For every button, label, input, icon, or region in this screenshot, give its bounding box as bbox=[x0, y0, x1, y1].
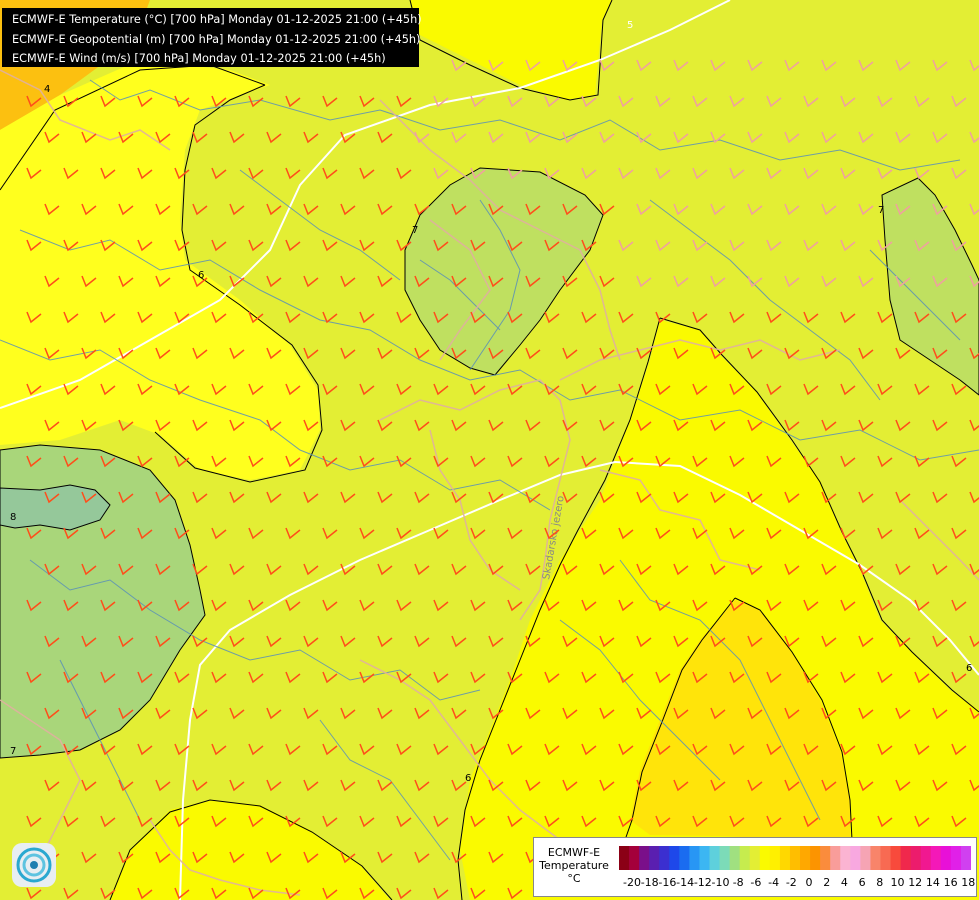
legend-tick: -12 bbox=[693, 876, 712, 889]
contour-label: 4 bbox=[44, 84, 50, 95]
legend-swatch bbox=[639, 846, 650, 870]
legend-tick: 4 bbox=[840, 876, 848, 889]
contour-label: 7 bbox=[412, 225, 418, 236]
legend-tick: -6 bbox=[750, 876, 762, 889]
legend-tick: 16 bbox=[943, 876, 958, 889]
legend-swatch bbox=[810, 846, 821, 870]
legend-swatch bbox=[900, 846, 912, 870]
legend-swatch bbox=[930, 846, 942, 870]
contour-label: 5 bbox=[627, 20, 633, 31]
legend-swatch bbox=[800, 846, 811, 870]
legend-swatch bbox=[729, 846, 741, 870]
legend-tick: 14 bbox=[925, 876, 940, 889]
legend-title-line1: ECMWF-E bbox=[547, 846, 601, 859]
header-geopotential-line: ECMWF-E Geopotential (m) [700 hPa] Monda… bbox=[12, 32, 421, 46]
legend-swatch bbox=[840, 846, 851, 870]
weather-map: 4 5 6 7 8 6 7 6 7 Skadarsko jezero bbox=[0, 0, 979, 900]
header-wind-line: ECMWF-E Wind (m/s) [700 hPa] Monday 01-1… bbox=[12, 52, 386, 65]
legend-swatch bbox=[689, 846, 700, 870]
legend-tick: -18 bbox=[640, 876, 659, 889]
legend-swatch bbox=[870, 846, 881, 870]
legend-swatch bbox=[850, 846, 861, 870]
legend-tick: 0 bbox=[805, 876, 813, 889]
legend-tick: 6 bbox=[858, 876, 866, 889]
legend-title-line3: °C bbox=[567, 872, 581, 885]
legend-tick: -8 bbox=[732, 876, 744, 889]
contour-label: 8 bbox=[10, 512, 16, 523]
legend-swatch bbox=[950, 846, 962, 870]
legend-tick: 2 bbox=[823, 876, 831, 889]
legend-swatch bbox=[880, 846, 892, 870]
legend-swatch bbox=[779, 846, 791, 870]
legend-tick: 10 bbox=[890, 876, 905, 889]
map-header: ECMWF-E Temperature (°C) [700 hPa] Monda… bbox=[2, 8, 422, 67]
contour-label: 7 bbox=[878, 205, 884, 216]
legend-swatch bbox=[820, 846, 831, 870]
legend-swatch bbox=[719, 846, 731, 870]
legend-swatch bbox=[920, 846, 932, 870]
legend-tick: -4 bbox=[768, 876, 780, 889]
legend-tick: -20 bbox=[623, 876, 641, 889]
legend-title: ECMWF-E Temperature °C bbox=[536, 846, 612, 885]
legend-tick: 12 bbox=[908, 876, 923, 889]
contour-label: 6 bbox=[966, 663, 972, 674]
legend-swatch bbox=[669, 846, 680, 870]
legend-tick: 18 bbox=[961, 876, 976, 889]
legend-tick: -14 bbox=[676, 876, 695, 889]
legend-swatch bbox=[629, 846, 640, 870]
legend-swatch bbox=[649, 846, 660, 870]
legend-tick: -10 bbox=[711, 876, 730, 889]
legend-tick: -2 bbox=[785, 876, 797, 889]
ecmwf-logo-icon bbox=[16, 847, 52, 883]
ecmwf-logo bbox=[12, 843, 56, 887]
legend-swatch bbox=[759, 846, 771, 870]
legend-ticks: -20 -18 -16 -14 -12 -10 -8 -6 -4 -2 0 2 4 6 8 10 12 14 16 1… bbox=[614, 876, 976, 890]
legend-swatch bbox=[679, 846, 690, 870]
legend-swatch bbox=[709, 846, 721, 870]
legend-title-line2: Temperature bbox=[539, 859, 609, 872]
legend-swatch bbox=[699, 846, 711, 870]
contour-label: 6 bbox=[198, 270, 204, 281]
legend-swatch bbox=[749, 846, 761, 870]
legend-swatch bbox=[659, 846, 670, 870]
legend-swatch bbox=[890, 846, 902, 870]
temperature-legend: ECMWF-E Temperature °C -20 -18 -16 -14 -12 -1… bbox=[533, 837, 977, 897]
legend-tick: -16 bbox=[658, 876, 677, 889]
contour-label: 7 bbox=[10, 746, 16, 757]
header-temperature-line: ECMWF-E Temperature (°C) [700 hPa] Monda… bbox=[12, 13, 422, 26]
legend-swatch bbox=[739, 846, 751, 870]
legend-swatch bbox=[860, 846, 871, 870]
legend-tick: 8 bbox=[876, 876, 884, 889]
legend-swatch bbox=[619, 846, 630, 870]
legend-swatch bbox=[789, 846, 801, 870]
legend-swatch bbox=[910, 846, 922, 870]
legend-swatch bbox=[769, 846, 781, 870]
legend-swatch bbox=[960, 846, 971, 870]
legend-color-bar bbox=[619, 846, 971, 870]
legend-swatch bbox=[830, 846, 841, 870]
legend-swatch bbox=[940, 846, 952, 870]
